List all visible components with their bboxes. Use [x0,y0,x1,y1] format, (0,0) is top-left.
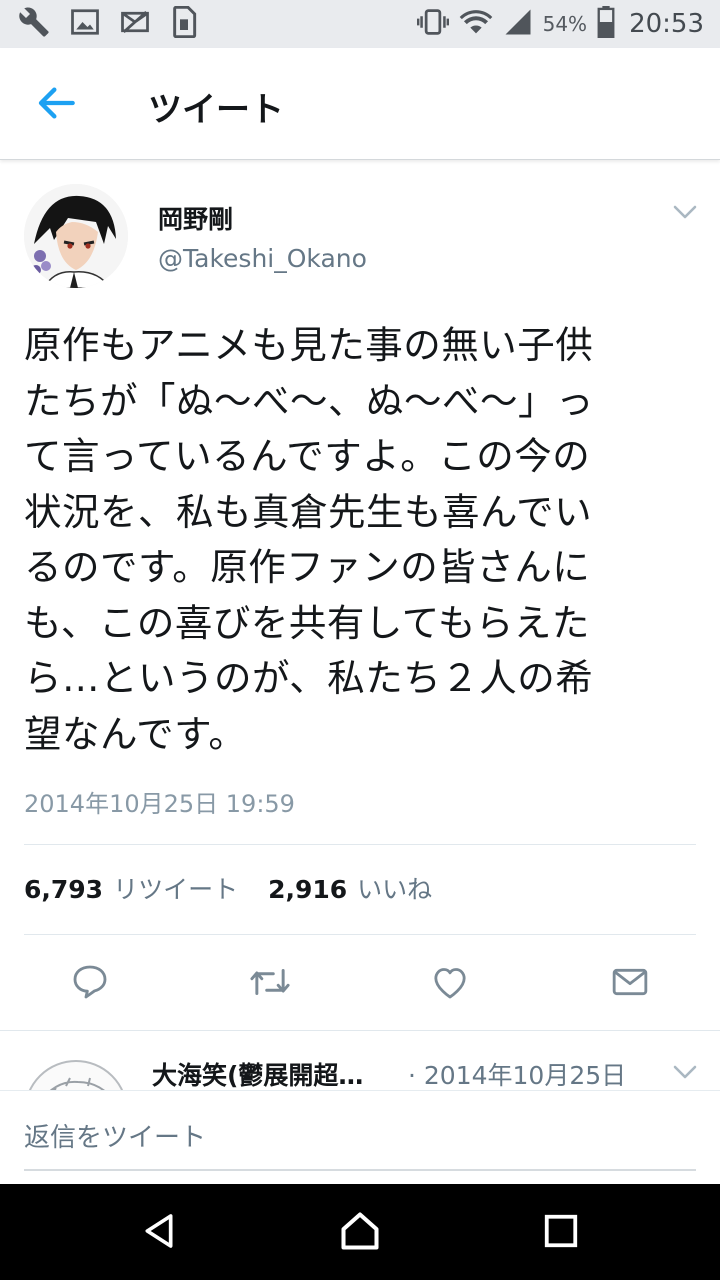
retweet-button[interactable] [246,960,294,1008]
page-title: ツイート [148,90,284,130]
like-label[interactable]: いいね [357,870,432,906]
like-icon [430,962,470,1006]
divider [0,1030,720,1031]
image-icon [70,7,100,41]
app-bar: ツイート [0,48,720,160]
divider [24,844,696,845]
wrench-icon [18,6,50,42]
chevron-down-icon [673,1064,697,1084]
divider [24,934,696,935]
retweet-count[interactable]: 6,793 [24,875,103,904]
retweet-icon [247,962,293,1006]
sim-icon [170,5,198,42]
back-button[interactable] [28,82,84,128]
tweet-text: 原作もアニメも見た事の無い子供 たちが「ぬ～べ～、ぬ～べ～」っ て言っているんで… [24,323,594,756]
reply-menu-button[interactable] [668,1060,702,1088]
reply-composer [0,1090,720,1184]
wifi-icon [459,7,493,41]
nav-back-button[interactable] [134,1208,184,1258]
reply-input[interactable] [24,1107,696,1171]
mail-off-icon [120,7,150,41]
screen: 54% 20:53 ツイート 岡野剛 @Takeshi_Okano 原作もアニメ… [0,0,720,1280]
retweet-label[interactable]: リツイート [113,870,238,906]
signal-icon [503,7,533,41]
reply-icon [70,962,110,1006]
battery-percent: 54% [542,12,588,36]
message-icon [610,962,650,1006]
message-button[interactable] [606,960,654,1008]
home-circle-icon [338,1209,382,1257]
tweet-timestamp: 2014年10月25日 19:59 [24,790,295,818]
avatar[interactable] [24,184,128,288]
tweet-menu-button[interactable] [668,200,702,228]
battery-icon [597,6,615,42]
nav-home-button[interactable] [335,1208,385,1258]
arrow-left-icon [36,86,76,124]
back-triangle-icon [139,1211,179,1255]
tweet-actions [0,952,720,1018]
status-bar: 54% 20:53 [0,0,720,48]
reply-date: · 2014年10月25日 [408,1061,627,1090]
tweet-stats: 6,793 リツイート 2,916 いいね [24,870,432,906]
like-button[interactable] [426,960,474,1008]
author-name[interactable]: 岡野剛 [158,200,233,236]
status-time: 20:53 [629,9,704,39]
author-handle[interactable]: @Takeshi_Okano [158,244,367,273]
vibrate-icon [416,7,449,41]
status-right-icons: 54% 20:53 [416,6,704,42]
like-count[interactable]: 2,916 [268,875,347,904]
recents-square-icon [542,1212,580,1254]
reply-author[interactable]: 大海笑(鬱展開超… [152,1056,363,1092]
status-left-icons [18,5,198,42]
chevron-down-icon [673,204,697,224]
reply-button[interactable] [66,960,114,1008]
nav-bar [0,1184,720,1280]
nav-recents-button[interactable] [536,1208,586,1258]
